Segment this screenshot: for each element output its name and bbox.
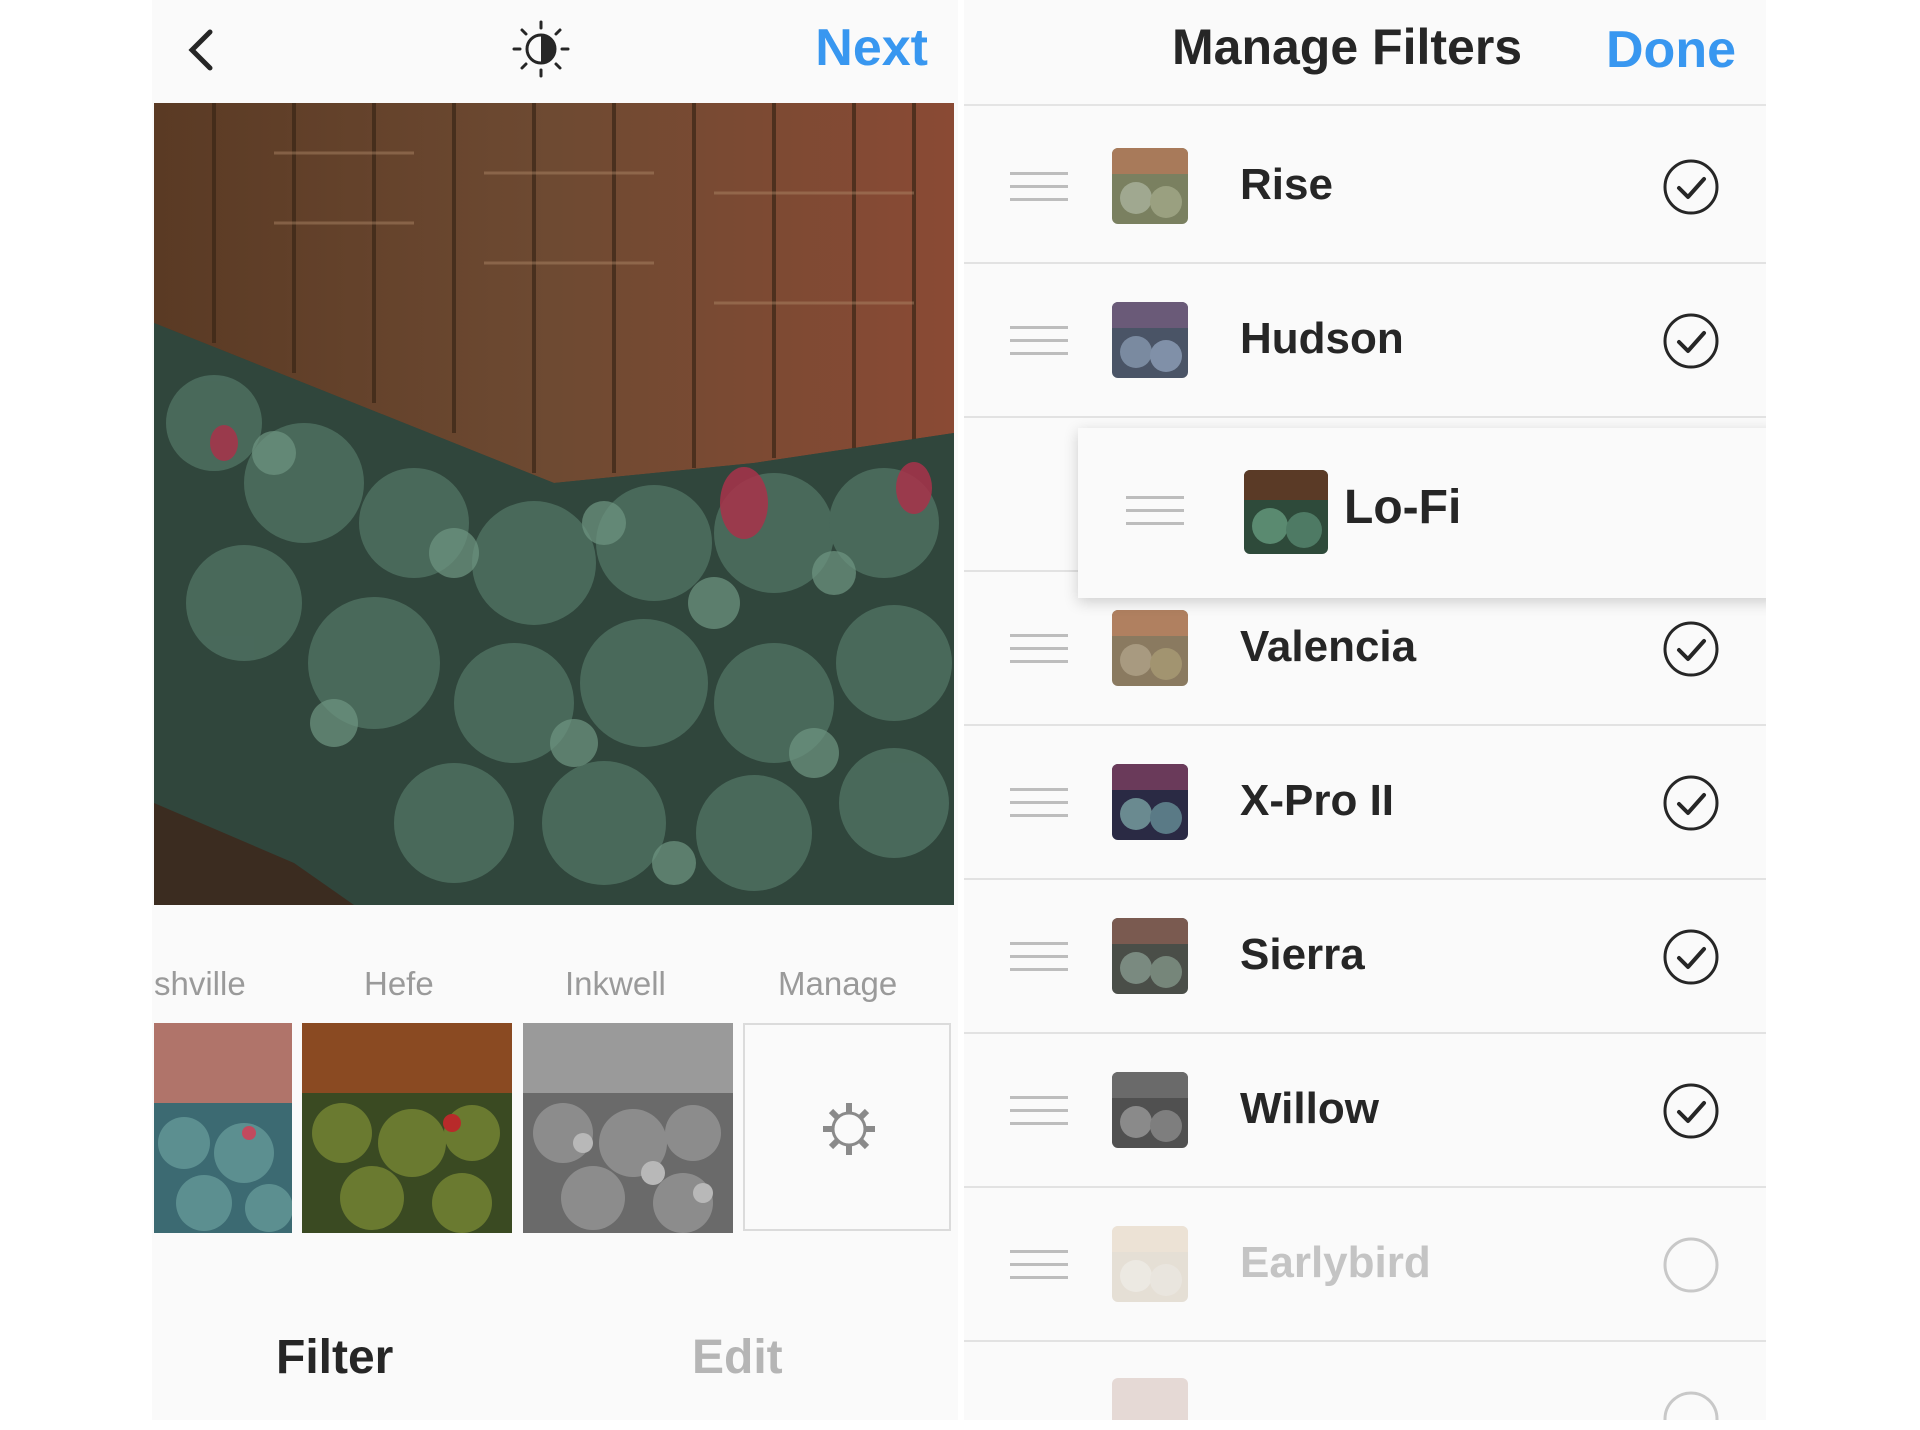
empty-circle-icon[interactable] [1662,1236,1720,1294]
filter-thumb [1244,470,1328,554]
filter-screen: Next shville Hefe Inkwell Manage Filter … [152,0,958,1420]
filter-thumb [1112,302,1188,378]
filter-row-xpro-ii[interactable]: X-Pro II [964,726,1766,880]
checkmark-circle-icon[interactable] [1662,158,1720,216]
filter-thumb [1112,1072,1188,1148]
filter-label-nashville: shville [154,965,246,1002]
drag-handle-icon[interactable] [1010,634,1068,668]
drag-handle-icon[interactable] [1126,496,1184,530]
filter-thumb [1112,148,1188,224]
filter-thumb [1112,918,1188,994]
filter-row-hudson[interactable]: Hudson [964,264,1766,418]
filter-label-hefe: Hefe [364,965,434,1002]
gear-icon [823,1103,875,1155]
filter-name: Hudson [1240,314,1404,363]
back-chevron-icon[interactable] [180,24,230,74]
filter-name: Earlybird [1240,1238,1431,1287]
filter-thumb [1112,764,1188,840]
checkmark-circle-icon[interactable] [1662,928,1720,986]
checkmark-circle-icon[interactable] [1662,1082,1720,1140]
checkmark-circle-icon[interactable] [1662,620,1720,678]
manage-filters-screen: Manage Filters Done Rise Hudson Valencia… [964,0,1766,1420]
filter-row-rise[interactable]: Rise [964,110,1766,264]
filter-name: X-Pro II [1240,776,1395,825]
filter-name: Sierra [1240,930,1365,979]
drag-handle-icon[interactable] [1010,942,1068,976]
filter-name: Lo-Fi [1344,481,1462,534]
filter-thumb [1112,1378,1188,1420]
checkmark-circle-icon[interactable] [1662,774,1720,832]
manage-filters-header: Manage Filters Done [964,0,1766,106]
drag-handle-icon[interactable] [1010,172,1068,206]
filter-name: Willow [1240,1084,1379,1133]
filter-thumb [1112,610,1188,686]
empty-circle-icon[interactable] [1662,1390,1720,1420]
filter-row-earlybird[interactable]: Earlybird [964,1188,1766,1342]
filter-row-willow[interactable]: Willow [964,1034,1766,1188]
page-title: Manage Filters [1172,19,1523,75]
filter-row-lo-fi-dragging[interactable]: Lo-Fi [1078,428,1766,598]
filter-row-partial[interactable] [964,1342,1766,1420]
tab-edit[interactable]: Edit [692,1330,783,1385]
drag-handle-icon[interactable] [1010,1250,1068,1284]
next-button[interactable]: Next [815,18,928,78]
filter-thumb-nashville[interactable] [154,1023,292,1233]
drag-handle-icon[interactable] [1010,1096,1068,1130]
filter-thumb-inkwell[interactable] [523,1023,733,1233]
lux-adjust-icon[interactable] [507,20,575,78]
done-button[interactable]: Done [1606,20,1736,80]
filter-thumb [1112,1226,1188,1302]
filter-topbar: Next [152,0,958,100]
filter-row-sierra[interactable]: Sierra [964,880,1766,1034]
checkmark-circle-icon[interactable] [1662,312,1720,370]
filter-name: Rise [1240,160,1333,209]
drag-handle-icon[interactable] [1010,326,1068,360]
filter-name: Valencia [1240,622,1417,671]
tab-filter[interactable]: Filter [276,1330,393,1385]
manage-filters-tile[interactable] [743,1023,951,1231]
photo-preview [154,103,954,905]
filter-label-manage: Manage [778,965,898,1002]
filter-label-inkwell: Inkwell [565,965,666,1002]
filter-thumb-hefe[interactable] [302,1023,512,1233]
drag-handle-icon[interactable] [1010,788,1068,822]
